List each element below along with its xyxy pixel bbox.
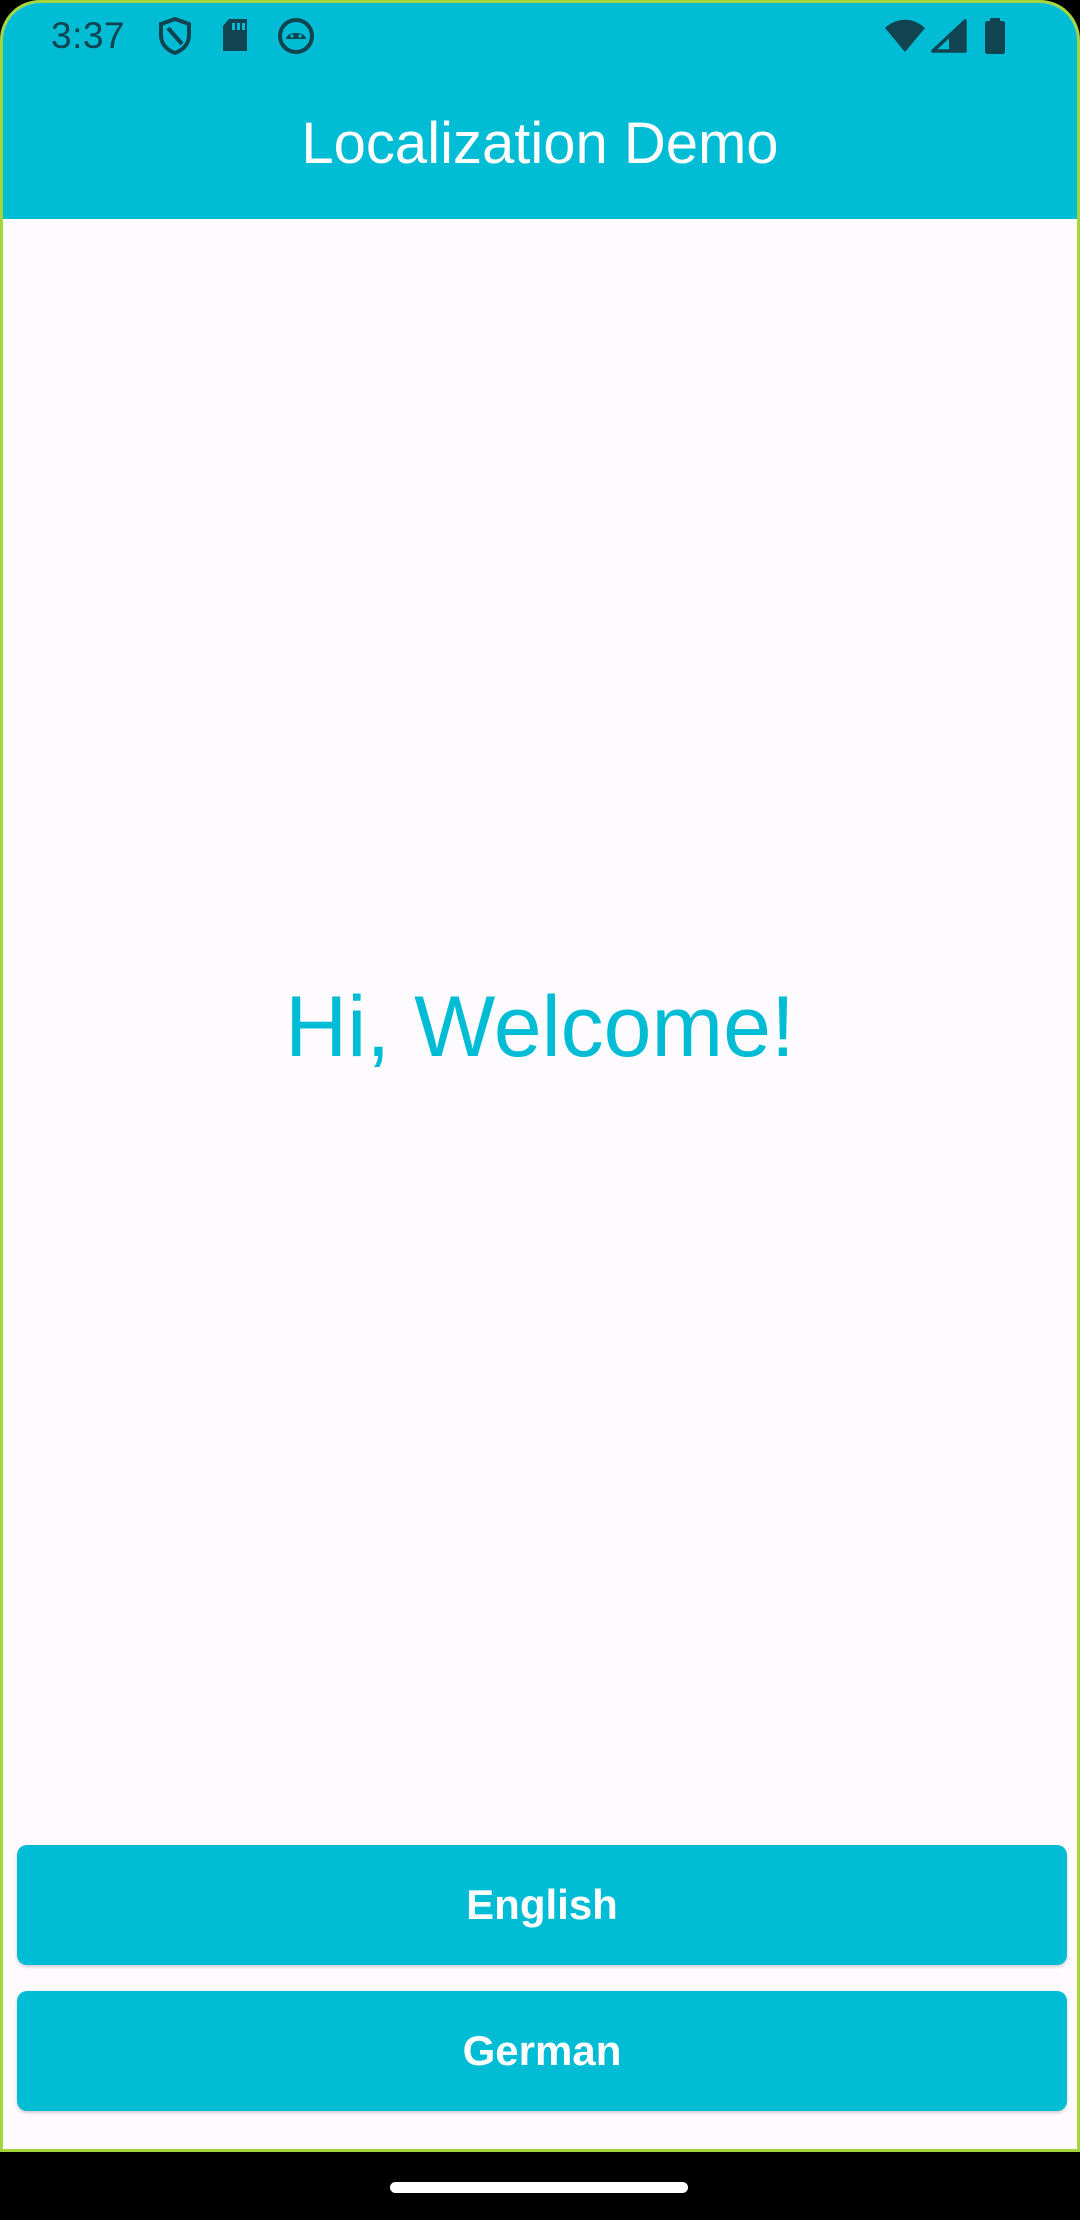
german-button[interactable]: German [17, 1991, 1067, 2111]
android-face-icon [277, 17, 315, 60]
app-screen: 3:37 Localization Demo Hi, Welcome! Engl… [0, 0, 1080, 2152]
page-title: Localization Demo [301, 111, 779, 176]
app-bar: 3:37 Localization Demo [3, 3, 1077, 219]
navigation-bar [0, 2152, 1080, 2220]
cell-signal-icon [931, 19, 967, 58]
main-content: Hi, Welcome! [3, 219, 1077, 1839]
battery-icon [983, 17, 1007, 60]
shield-icon [157, 16, 193, 60]
english-button[interactable]: English [17, 1845, 1067, 1965]
sd-card-icon [219, 17, 251, 58]
status-bar: 3:37 [3, 3, 1077, 69]
welcome-text: Hi, Welcome! [285, 979, 795, 1075]
home-gesture-handle[interactable] [390, 2182, 688, 2193]
device-frame: 3:37 Localization Demo Hi, Welcome! Engl… [0, 0, 1080, 2220]
status-time: 3:37 [51, 15, 126, 56]
wifi-icon [883, 19, 927, 58]
